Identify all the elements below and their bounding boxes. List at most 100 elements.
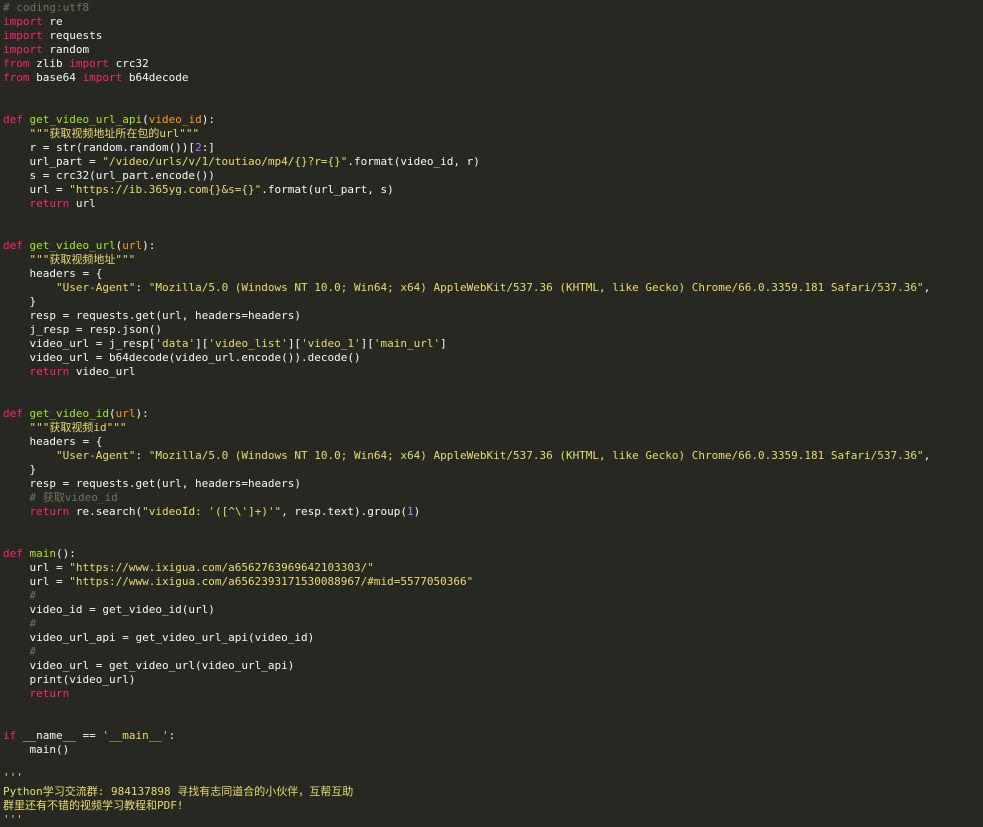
code-line[interactable]: import random <box>0 43 983 57</box>
code-line[interactable]: video_url_api = get_video_url_api(video_… <box>0 631 983 645</box>
code-line[interactable]: ''' <box>0 771 983 785</box>
code-line[interactable] <box>0 211 983 225</box>
code-line[interactable]: ''' <box>0 813 983 827</box>
code-token: re <box>42 15 63 28</box>
code-line[interactable]: from base64 import b64decode <box>0 71 983 85</box>
code-line[interactable] <box>0 533 983 547</box>
code-line[interactable] <box>0 715 983 729</box>
code-token: : <box>135 281 149 294</box>
code-line[interactable]: return <box>0 687 983 701</box>
code-line[interactable]: return video_url <box>0 365 983 379</box>
code-token: import <box>82 71 123 84</box>
code-line[interactable]: print(video_url) <box>0 673 983 687</box>
code-line[interactable]: url = "https://ib.365yg.com{}&s={}".form… <box>0 183 983 197</box>
code-line[interactable]: video_url = get_video_url(video_url_api) <box>0 659 983 673</box>
code-token: 'video_1' <box>301 337 361 350</box>
code-line[interactable]: # <box>0 589 983 603</box>
code-token: ][ <box>195 337 209 350</box>
code-line[interactable]: s = crc32(url_part.encode()) <box>0 169 983 183</box>
code-line[interactable]: # <box>0 617 983 631</box>
code-token: re.search( <box>69 505 143 518</box>
code-token: ][ <box>360 337 374 350</box>
code-token: import <box>69 57 109 70</box>
code-token: zlib <box>29 57 70 70</box>
code-line[interactable]: r = str(random.random())[2:] <box>0 141 983 155</box>
code-token: return <box>29 687 70 700</box>
code-line[interactable]: video_id = get_video_id(url) <box>0 603 983 617</box>
code-line[interactable]: Python学习交流群: 984137898 寻找有志同道合的小伙伴，互帮互助 <box>0 785 983 799</box>
code-token: get_video_url_api <box>29 113 143 126</box>
code-token: "Mozilla/5.0 (Windows NT 10.0; Win64; x6… <box>148 449 924 462</box>
code-token: # <box>29 617 37 630</box>
code-line[interactable] <box>0 379 983 393</box>
code-token: """获取视频地址所在包的url""" <box>29 127 200 140</box>
code-line[interactable]: def main(): <box>0 547 983 561</box>
code-token: url <box>69 197 96 210</box>
code-token: } <box>3 295 37 308</box>
code-line[interactable]: # <box>0 645 983 659</box>
code-line[interactable] <box>0 701 983 715</box>
code-line[interactable]: import re <box>0 15 983 29</box>
code-token: __name__ == <box>16 729 103 742</box>
code-line[interactable]: def get_video_id(url): <box>0 407 983 421</box>
code-line[interactable]: headers = { <box>0 435 983 449</box>
code-line[interactable] <box>0 757 983 771</box>
code-line[interactable]: url_part = "/video/urls/v/1/toutiao/mp4/… <box>0 155 983 169</box>
code-token: 'data' <box>155 337 196 350</box>
code-token: 'main_url' <box>373 337 441 350</box>
code-token: , <box>923 449 931 462</box>
code-editor[interactable]: # coding:utf8 import re import requests imp… <box>0 0 983 827</box>
code-line[interactable]: main() <box>0 743 983 757</box>
code-line[interactable]: url = "https://www.ixigua.com/a656239317… <box>0 575 983 589</box>
code-line[interactable]: def get_video_url(url): <box>0 239 983 253</box>
code-line[interactable]: """获取视频地址""" <box>0 253 983 267</box>
code-token: # <box>29 589 37 602</box>
code-line[interactable]: } <box>0 463 983 477</box>
code-line[interactable]: def get_video_url_api(video_id): <box>0 113 983 127</box>
code-token: url = <box>3 575 70 588</box>
code-line[interactable]: from zlib import crc32 <box>0 57 983 71</box>
code-line[interactable] <box>0 85 983 99</box>
code-token: crc32 <box>109 57 149 70</box>
code-line[interactable] <box>0 99 983 113</box>
code-token: """获取视频id""" <box>29 421 127 434</box>
code-line[interactable]: headers = { <box>0 267 983 281</box>
code-token: requests <box>42 29 103 42</box>
code-line[interactable]: return url <box>0 197 983 211</box>
code-line[interactable]: j_resp = resp.json() <box>0 323 983 337</box>
code-line[interactable]: """获取视频地址所在包的url""" <box>0 127 983 141</box>
code-line[interactable]: if __name__ == '__main__': <box>0 729 983 743</box>
code-line[interactable]: url = "https://www.ixigua.com/a656276396… <box>0 561 983 575</box>
code-line[interactable] <box>0 225 983 239</box>
code-token: def <box>3 239 23 252</box>
code-line[interactable]: # coding:utf8 <box>0 1 983 15</box>
code-line[interactable] <box>0 393 983 407</box>
code-token: "https://ib.365yg.com{}&s={}" <box>69 183 262 196</box>
code-line[interactable] <box>0 519 983 533</box>
code-line[interactable]: "User-Agent": "Mozilla/5.0 (Windows NT 1… <box>0 449 983 463</box>
code-token: , resp.text).group( <box>281 505 408 518</box>
code-token: video_url = get_video_url(video_url_api) <box>3 659 295 672</box>
code-line[interactable]: """获取视频id""" <box>0 421 983 435</box>
code-token: 2 <box>195 141 202 154</box>
code-token: def <box>3 113 23 126</box>
code-line[interactable]: video_url = j_resp['data']['video_list']… <box>0 337 983 351</box>
code-line[interactable]: video_url = b64decode(video_url.encode()… <box>0 351 983 365</box>
code-token: import <box>3 29 43 42</box>
code-token: ''' <box>3 771 23 784</box>
code-line[interactable]: resp = requests.get(url, headers=headers… <box>0 477 983 491</box>
code-token: r = str(random.random())[ <box>3 141 196 154</box>
code-line[interactable]: } <box>0 295 983 309</box>
code-line[interactable]: resp = requests.get(url, headers=headers… <box>0 309 983 323</box>
code-line[interactable]: # 获取video_id <box>0 491 983 505</box>
code-token: ] <box>440 337 447 350</box>
code-line[interactable]: import requests <box>0 29 983 43</box>
code-line[interactable]: "User-Agent": "Mozilla/5.0 (Windows NT 1… <box>0 281 983 295</box>
code-line[interactable]: return re.search("videoId: '([^\']+)'", … <box>0 505 983 519</box>
code-token: # <box>29 645 37 658</box>
code-line[interactable]: 群里还有不错的视频学习教程和PDF! <box>0 799 983 813</box>
code-token: , <box>923 281 931 294</box>
